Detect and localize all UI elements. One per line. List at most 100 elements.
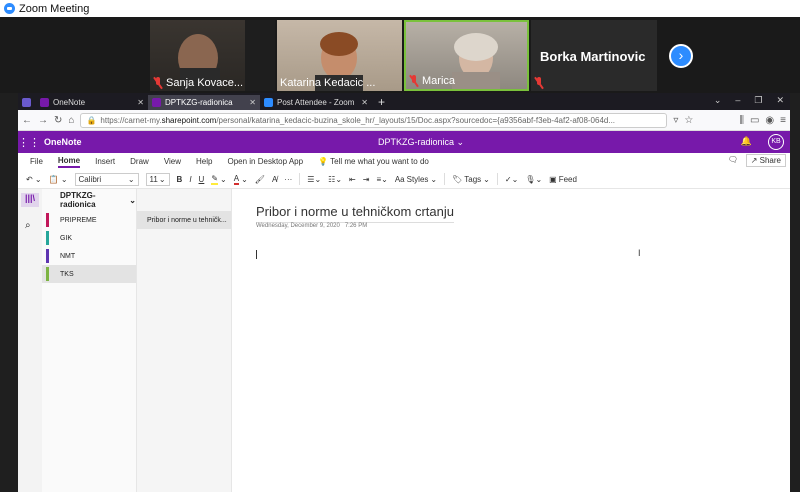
home-icon[interactable]: ⌂ bbox=[68, 115, 74, 126]
tab-onenote[interactable]: OneNote ✕ bbox=[36, 95, 148, 110]
notebooks-icon[interactable]: |||\ bbox=[21, 193, 39, 207]
lightbulb-icon: 💡 bbox=[318, 157, 329, 166]
menu-icon[interactable]: ≡ bbox=[780, 115, 786, 126]
tab-insert[interactable]: Insert bbox=[95, 157, 115, 166]
back-icon[interactable]: ← bbox=[22, 115, 32, 126]
app-icon bbox=[22, 98, 31, 107]
close-window-icon[interactable]: ✕ bbox=[776, 95, 784, 106]
spelling-icon[interactable]: ✓⌄ bbox=[505, 175, 518, 184]
underline-icon[interactable]: U bbox=[199, 175, 205, 184]
feed-button[interactable]: ▣ Feed bbox=[549, 175, 577, 184]
font-size-select[interactable]: 11 ⌄ bbox=[145, 172, 170, 186]
section-item-pripreme[interactable]: PRIPREME bbox=[42, 211, 136, 229]
next-page-button[interactable]: › bbox=[669, 44, 693, 68]
chat-icon[interactable]: 🗨 bbox=[728, 155, 738, 164]
pocket-icon[interactable]: ▿ bbox=[673, 115, 678, 126]
page-item[interactable]: Pribor i norme u tehničk... bbox=[137, 211, 231, 229]
featured-participant-name: Borka Martinovic bbox=[540, 49, 646, 64]
section-color-bar bbox=[46, 231, 49, 245]
participant-name: Marica bbox=[409, 75, 455, 87]
avatar[interactable]: KB bbox=[768, 134, 784, 150]
highlight-icon[interactable]: ✎ ⌄ bbox=[211, 174, 227, 185]
open-in-desktop-app[interactable]: Open in Desktop App bbox=[227, 157, 303, 166]
tab-view[interactable]: View bbox=[164, 157, 181, 166]
share-button[interactable]: ↗ Share bbox=[745, 154, 786, 167]
section-item-tks[interactable]: TKS bbox=[42, 265, 136, 283]
app-launcher-icon[interactable]: ⋮⋮ bbox=[18, 136, 40, 149]
navigation-rail: |||\ ⌕ bbox=[18, 189, 42, 492]
search-icon[interactable]: ⌕ bbox=[25, 220, 31, 231]
tab-post-attendee[interactable]: Post Attendee - Zoom ✕ bbox=[260, 95, 372, 110]
undo-icon[interactable]: ↶ ⌄ bbox=[26, 175, 42, 184]
text-caret bbox=[256, 250, 257, 259]
home-ribbon: ↶ ⌄ 📋 ⌄ Calibri ⌄ 11 ⌄ B I U ✎ ⌄ A ⌄ 🖌 A̸ ··… bbox=[18, 170, 790, 189]
participant-tile[interactable]: Katarina Kedacic ... bbox=[277, 20, 402, 91]
library-icon[interactable]: ⫼ bbox=[739, 115, 744, 126]
align-icon[interactable]: ≡⌄ bbox=[376, 175, 387, 184]
notebook-name[interactable]: DPTKZG-radionica ⌄ bbox=[42, 189, 136, 211]
italic-icon[interactable]: I bbox=[189, 175, 191, 184]
divider bbox=[444, 173, 446, 185]
page-list: Pribor i norme u tehničk... bbox=[137, 189, 232, 492]
section-color-bar bbox=[46, 267, 49, 281]
page-title[interactable]: Pribor i norme u tehničkom crtanju bbox=[256, 204, 454, 223]
section-item-gik[interactable]: GIK bbox=[42, 229, 136, 247]
mic-muted-icon bbox=[534, 77, 544, 89]
participant-tile[interactable]: Sanja Kovace... bbox=[150, 20, 275, 91]
close-tab-icon[interactable]: ✕ bbox=[137, 98, 144, 107]
format-painter-icon[interactable]: 🖌 bbox=[255, 175, 265, 184]
participant-tile-active-speaker[interactable]: Marica bbox=[404, 20, 529, 91]
account-icon[interactable]: ◉ bbox=[765, 115, 774, 126]
participant-name: Sanja Kovace... bbox=[153, 77, 243, 89]
tags-button[interactable]: 🏷 Tags ⌄ bbox=[452, 175, 490, 184]
onenote-app-name[interactable]: OneNote bbox=[44, 137, 82, 147]
address-bar[interactable]: 🔒 https://carnet-my.sharepoint.com/perso… bbox=[80, 112, 668, 128]
tab-home[interactable]: Home bbox=[57, 156, 81, 168]
sidebar-icon[interactable]: ▭ bbox=[750, 115, 759, 126]
mouse-cursor-icon: I bbox=[638, 248, 641, 258]
reload-icon[interactable]: ↻ bbox=[54, 115, 62, 126]
page-timestamp: Wednesday, December 9, 2020 7:26 PM bbox=[256, 223, 368, 229]
section-color-bar bbox=[46, 249, 49, 263]
onenote-favicon-icon bbox=[152, 98, 161, 107]
tab-help[interactable]: Help bbox=[196, 157, 212, 166]
notifications-icon[interactable]: 🔔 bbox=[741, 136, 752, 147]
divider bbox=[496, 173, 498, 185]
tell-me-search[interactable]: 💡 Tell me what you want to do bbox=[318, 157, 429, 166]
bullets-icon[interactable]: ☰⌄ bbox=[307, 175, 321, 184]
page-canvas[interactable]: Pribor i norme u tehničkom crtanju Wedne… bbox=[232, 189, 790, 492]
more-icon[interactable]: ··· bbox=[284, 175, 292, 184]
increase-indent-icon[interactable]: ⇥ bbox=[363, 175, 370, 184]
security-lock-icon: 🔒 bbox=[86, 115, 97, 125]
close-tab-icon[interactable]: ✕ bbox=[361, 98, 368, 107]
tab-draw[interactable]: Draw bbox=[130, 157, 149, 166]
restore-icon[interactable]: ❐ bbox=[754, 95, 762, 106]
font-color-icon[interactable]: A ⌄ bbox=[233, 174, 248, 185]
styles-button[interactable]: Aa Styles ⌄ bbox=[395, 175, 437, 184]
document-title[interactable]: DPTKZG-radionica ⌄ bbox=[378, 137, 464, 148]
close-tab-icon[interactable]: ✕ bbox=[249, 98, 256, 107]
video-gallery: Sanja Kovace... Katarina Kedacic ... Mar… bbox=[0, 17, 800, 93]
tab-file[interactable]: File bbox=[30, 157, 43, 166]
decrease-indent-icon[interactable]: ⇤ bbox=[349, 175, 356, 184]
dictate-icon[interactable]: 🎙⌄ bbox=[525, 175, 542, 184]
minimize-icon[interactable]: – bbox=[735, 95, 740, 106]
bold-icon[interactable]: B bbox=[177, 175, 183, 184]
new-tab-button[interactable]: + bbox=[372, 95, 391, 110]
numbering-icon[interactable]: ☷⌄ bbox=[328, 175, 342, 184]
ribbon-tabs: File Home Insert Draw View Help Open in … bbox=[18, 153, 790, 170]
forward-icon[interactable]: → bbox=[38, 115, 48, 126]
clipboard-icon[interactable]: 📋 ⌄ bbox=[49, 175, 68, 184]
bookmark-star-icon[interactable]: ☆ bbox=[684, 115, 693, 126]
chevron-right-icon: › bbox=[678, 47, 684, 63]
font-name-select[interactable]: Calibri ⌄ bbox=[74, 172, 139, 186]
section-item-nmt[interactable]: NMT bbox=[42, 247, 136, 265]
zoom-window-title: Zoom Meeting bbox=[19, 2, 90, 15]
zoom-titlebar: Zoom Meeting bbox=[0, 0, 800, 17]
participant-muted bbox=[534, 77, 544, 89]
clear-formatting-icon[interactable]: A̸ bbox=[272, 175, 277, 184]
tab-dptkzg[interactable]: DPTKZG-radionica ✕ bbox=[148, 95, 260, 110]
sidebar-toggle[interactable] bbox=[18, 95, 36, 110]
list-tabs-icon[interactable]: ⌄ bbox=[714, 95, 722, 106]
onenote-header: ⋮⋮ OneNote DPTKZG-radionica ⌄ 🔔 KB bbox=[18, 131, 790, 153]
